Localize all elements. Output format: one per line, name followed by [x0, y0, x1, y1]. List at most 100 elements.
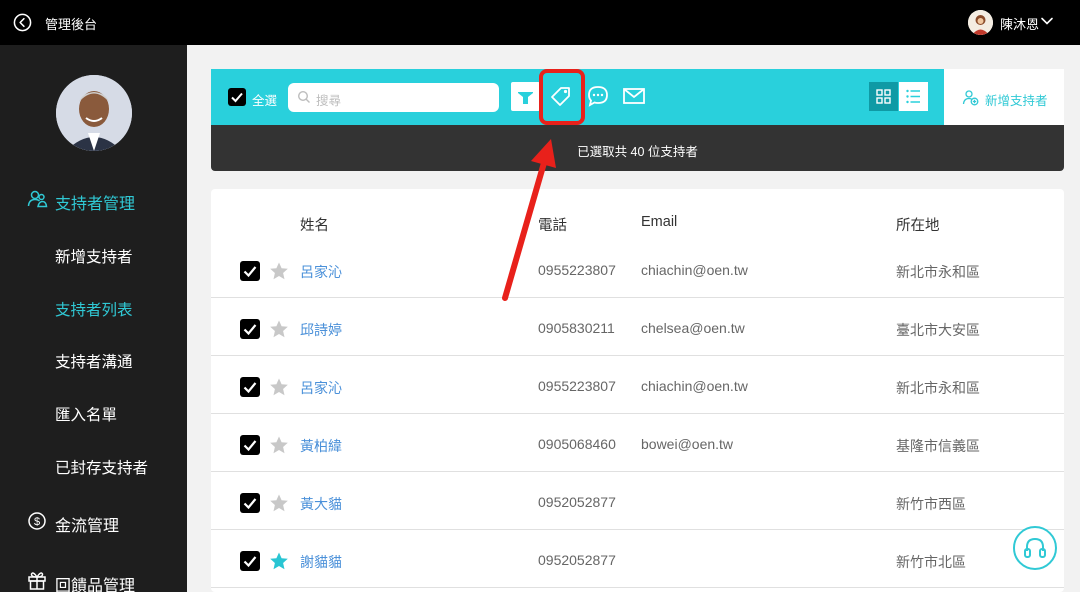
sidebar-item-import-list[interactable]: 匯入名單: [0, 403, 187, 425]
sidebar-item-label: 新增支持者: [55, 249, 133, 266]
supporter-location: 新北市永和區: [896, 264, 980, 280]
svg-text:$: $: [34, 516, 40, 528]
supporter-phone: 0952052877: [538, 552, 616, 568]
star-icon[interactable]: [269, 435, 289, 455]
column-header-email: Email: [641, 214, 678, 230]
table-row[interactable]: 黃大貓 0952052877 新竹市西區: [211, 472, 1064, 530]
sidebar-item-rewards[interactable]: 回饋品管理: [0, 569, 187, 592]
dollar-circle-icon: $: [28, 512, 46, 530]
supporter-location: 基隆市信義區: [896, 438, 980, 454]
supporter-email: chelsea@oen.tw: [641, 320, 745, 336]
gift-icon: [28, 572, 46, 590]
add-supporter-label: 新增支持者: [985, 94, 1048, 108]
check-icon: [243, 324, 257, 336]
row-checkbox[interactable]: [240, 261, 260, 281]
list-icon: [906, 89, 920, 104]
row-checkbox[interactable]: [240, 435, 260, 455]
supporter-name[interactable]: 黃大貓: [300, 494, 342, 514]
user-name[interactable]: 陳沐恩: [1000, 14, 1039, 33]
supporter-name[interactable]: 黃柏緯: [300, 436, 342, 456]
check-icon: [231, 92, 243, 103]
list-view-button[interactable]: [899, 82, 928, 111]
column-header-name: 姓名: [300, 218, 329, 234]
user-avatar[interactable]: [968, 10, 993, 35]
sidebar-item-add-supporter[interactable]: 新增支持者: [0, 245, 187, 267]
select-all-label[interactable]: 全選: [252, 90, 277, 109]
sidebar-item-supporter-list[interactable]: 支持者列表: [0, 298, 187, 320]
row-checkbox[interactable]: [240, 377, 260, 397]
tag-icon-highlight: [539, 69, 585, 125]
check-icon: [243, 498, 257, 510]
check-icon: [243, 440, 257, 452]
headset-icon: [1024, 537, 1046, 558]
check-icon: [243, 382, 257, 394]
grid-view-button[interactable]: [869, 82, 898, 111]
chevron-down-icon[interactable]: [1040, 14, 1054, 28]
supporter-email: bowei@oen.tw: [641, 436, 734, 452]
sidebar-item-label: 回饋品管理: [55, 578, 136, 592]
supporter-phone: 0955223807: [538, 378, 616, 394]
star-icon[interactable]: [269, 319, 289, 339]
selection-banner: 已選取共 40 位支持者: [211, 125, 1064, 171]
selection-count-text: 已選取共 40 位支持者: [577, 145, 698, 159]
star-icon[interactable]: [269, 261, 289, 281]
search-placeholder: 搜尋: [316, 94, 342, 108]
supporter-location: 新竹市北區: [896, 554, 966, 570]
table-row[interactable]: 黃柏緯 0905068460 bowei@oen.tw 基隆市信義區: [211, 414, 1064, 472]
supporter-name[interactable]: 謝貓貓: [300, 552, 342, 572]
sidebar-item-cashflow[interactable]: $ 金流管理: [0, 510, 187, 535]
sidebar-item-label: 支持者列表: [55, 302, 133, 319]
sidebar-item-supporter-communication[interactable]: 支持者溝通: [0, 350, 187, 372]
sidebar-item-label: 支持者溝通: [55, 354, 133, 371]
sidebar: 支持者管理 新增支持者 支持者列表 支持者溝通 匯入名單 已封存支持者 $ 金流…: [0, 45, 187, 592]
supporter-email: chiachin@oen.tw: [641, 378, 748, 394]
supporter-name[interactable]: 邱詩婷: [300, 320, 342, 340]
back-circle-icon[interactable]: [13, 13, 32, 32]
supporter-location: 新竹市西區: [896, 496, 966, 512]
row-checkbox[interactable]: [240, 551, 260, 571]
sidebar-item-label: 匯入名單: [55, 407, 118, 424]
check-icon: [243, 266, 257, 278]
table-row[interactable]: 謝貓貓 0952052877 新竹市北區: [211, 530, 1064, 588]
supporter-phone: 0952052877: [538, 494, 616, 510]
sidebar-item-archived-supporters[interactable]: 已封存支持者: [0, 456, 187, 478]
chat-icon[interactable]: [585, 83, 611, 109]
search-input[interactable]: 搜尋: [288, 83, 499, 112]
supporter-phone: 0905830211: [538, 320, 615, 336]
row-checkbox[interactable]: [240, 319, 260, 339]
profile-avatar: [56, 75, 132, 151]
star-icon[interactable]: [269, 377, 289, 397]
users-icon: [27, 190, 48, 208]
search-icon: [297, 90, 310, 103]
add-supporter-button[interactable]: 新增支持者: [944, 69, 1064, 125]
annotation-arrow: [502, 139, 556, 301]
help-button[interactable]: [1013, 526, 1057, 570]
app-title: 管理後台: [45, 17, 98, 32]
mail-icon[interactable]: [621, 83, 647, 109]
column-header-location: 所在地: [896, 218, 940, 234]
row-divider: [211, 587, 1064, 588]
supporter-name[interactable]: 呂家沁: [300, 262, 342, 282]
supporter-table: 姓名 電話 Email 所在地 呂家沁 0955223807 chiachin@oe…: [211, 189, 1064, 592]
grid-icon: [876, 89, 891, 104]
table-row[interactable]: 呂家沁 0955223807 chiachin@oen.tw 新北市永和區: [211, 240, 1064, 298]
supporter-email: chiachin@oen.tw: [641, 262, 748, 278]
supporter-name[interactable]: 呂家沁: [300, 378, 342, 398]
table-row[interactable]: 邱詩婷 0905830211 chelsea@oen.tw 臺北市大安區: [211, 298, 1064, 356]
row-checkbox[interactable]: [240, 493, 260, 513]
star-icon[interactable]: [269, 551, 289, 571]
sidebar-item-label: 已封存支持者: [55, 460, 149, 477]
add-user-icon: [962, 90, 979, 106]
star-icon[interactable]: [269, 493, 289, 513]
table-row[interactable]: 呂家沁 0955223807 chiachin@oen.tw 新北市永和區: [211, 356, 1064, 414]
top-bar: 管理後台 陳沐恩: [0, 0, 1080, 45]
supporter-location: 臺北市大安區: [896, 322, 980, 338]
sidebar-item-label: 金流管理: [55, 518, 120, 535]
supporter-location: 新北市永和區: [896, 380, 980, 396]
check-icon: [243, 556, 257, 568]
sidebar-item-supporter-management[interactable]: 支持者管理: [0, 187, 187, 213]
supporter-phone: 0905068460: [538, 436, 616, 452]
select-all-checkbox[interactable]: [228, 88, 246, 106]
sidebar-item-label: 支持者管理: [55, 196, 136, 213]
filter-button[interactable]: [511, 82, 540, 111]
